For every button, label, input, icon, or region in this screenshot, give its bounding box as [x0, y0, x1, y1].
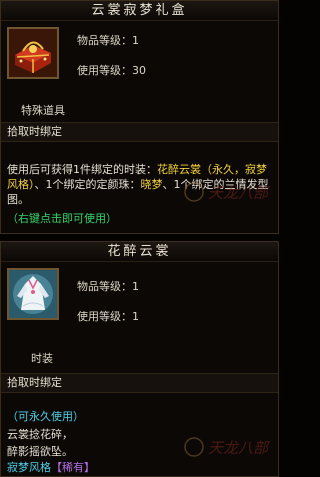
- item-type: 特殊道具: [21, 104, 65, 117]
- item-type: 时装: [31, 352, 53, 365]
- item-tooltip-gift-box: 云裳寂梦礼盒 物品等级：1 使用等级：30 特殊道具 拾取时绑定 使用后可获得1…: [0, 0, 279, 234]
- desc-gem-name: 晓梦: [140, 178, 163, 191]
- use-level: 使用等级：1: [77, 310, 139, 323]
- usage-hint: （右键点击即可使用）: [7, 212, 117, 225]
- white-dress-icon: [9, 270, 57, 318]
- style-name: 寂梦风格: [7, 461, 51, 474]
- permanent-note: （可永久使用）: [7, 410, 84, 423]
- style-line: 寂梦风格【稀有】: [7, 460, 275, 475]
- bind-status-label: 拾取时绑定: [7, 376, 62, 389]
- desc-text-1: 使用后可获得1件绑定的时装：: [7, 163, 157, 176]
- item-level: 物品等级：1: [77, 280, 139, 293]
- bind-status: 拾取时绑定: [1, 373, 278, 393]
- svg-text:天龙八部: 天龙八部: [208, 184, 271, 202]
- item-level: 物品等级：1: [77, 34, 139, 47]
- item-title: 花醉云裳: [107, 244, 172, 259]
- bind-status-label: 拾取时绑定: [7, 125, 62, 138]
- svg-text:天龙八部: 天龙八部: [208, 439, 271, 457]
- bind-status: 拾取时绑定: [1, 122, 278, 142]
- red-gift-box-icon: [9, 29, 57, 77]
- tooltip-title-bar: 云裳寂梦礼盒: [1, 1, 278, 21]
- item-title: 云裳寂梦礼盒: [91, 3, 188, 18]
- game-logo-watermark: 天龙八部: [184, 182, 271, 202]
- item-tooltip-fashion: 花醉云裳 物品等级：1 使用等级：1 时装 拾取时绑定 （可永久使用） 云裳捻花…: [0, 241, 279, 477]
- desc-text-2: 、1个绑定的定颜珠：: [34, 178, 141, 191]
- item-icon-frame: [7, 268, 59, 320]
- tooltip-title-bar: 花醉云裳: [1, 242, 278, 262]
- item-icon-frame: [7, 27, 59, 79]
- rarity-badge: 【稀有】: [51, 461, 95, 474]
- game-logo-watermark: 天龙八部: [184, 437, 271, 457]
- use-level: 使用等级：30: [77, 64, 146, 77]
